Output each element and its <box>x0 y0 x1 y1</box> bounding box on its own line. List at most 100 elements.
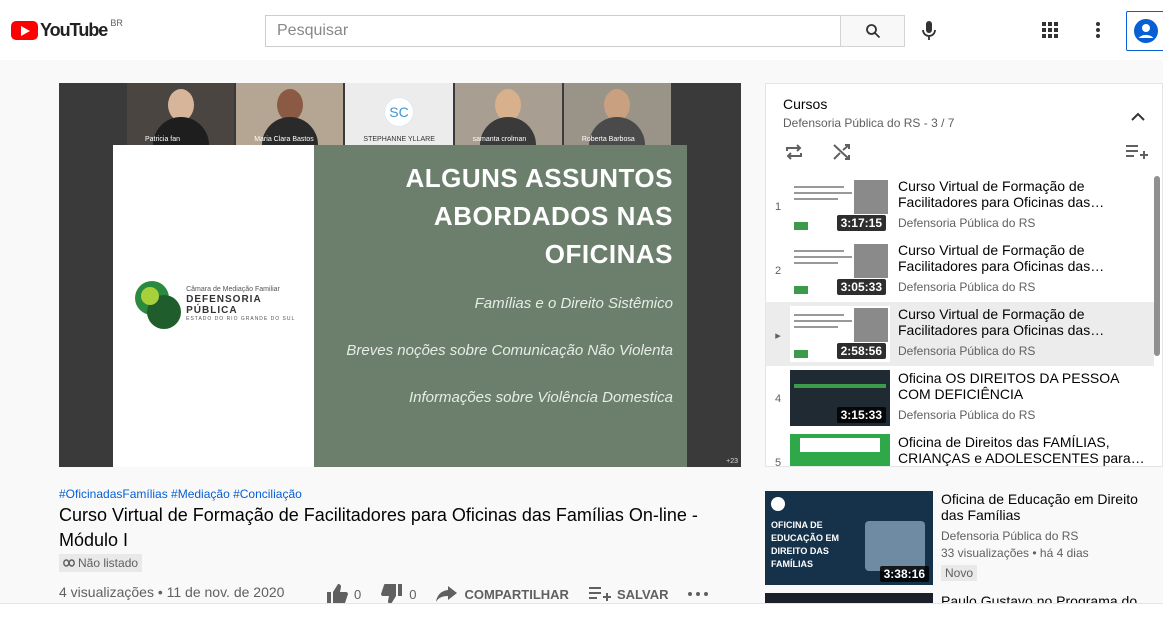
slide-content-panel: ALGUNS ASSUNTOS ABORDADOS NAS OFICINAS F… <box>314 145 687 467</box>
apps-button[interactable] <box>1038 18 1062 42</box>
video-thumbnail <box>790 434 890 466</box>
playlist-video-title: Curso Virtual de Formação de Facilitador… <box>898 306 1105 338</box>
collapse-playlist-button[interactable] <box>1128 106 1148 126</box>
share-button[interactable]: COMPARTILHAR <box>436 586 569 602</box>
slide-title-line: ABORDADOS NAS <box>433 201 673 231</box>
save-label: SALVAR <box>616 586 669 602</box>
save-playlist-button[interactable] <box>1126 142 1152 162</box>
search-input[interactable]: Pesquisar <box>265 15 841 47</box>
hashtags[interactable]: #OficinadasFamílias #Mediação #Conciliaç… <box>59 487 302 501</box>
related-channel: Defensoria Pública do RS <box>941 529 1079 543</box>
playlist-subtitle: Defensoria Pública do RS - 3 / 7 <box>783 116 955 130</box>
shuffle-icon <box>833 144 850 160</box>
account-button[interactable] <box>1126 11 1163 51</box>
playlist-add-icon <box>588 587 611 601</box>
playlist-item[interactable]: 4 3:15:33 Oficina OS DIREITOS DA PESSOA … <box>766 366 1154 430</box>
logo-subtitle: Câmara de Mediação Familiar <box>186 286 280 293</box>
video-actions: 0 0 COMPARTILHAR SALVAR <box>326 584 728 604</box>
video-thumbnail: OFICINA DE EDUCAÇÃO EM DIREITO DAS FAMÍL… <box>765 491 933 585</box>
search-button[interactable] <box>840 15 905 47</box>
save-button[interactable]: SALVAR <box>588 586 669 602</box>
link-icon <box>63 559 75 567</box>
like-count: 0 <box>354 586 362 602</box>
video-player[interactable]: Patricia fan Maria Clara Bastos SC STEPHA… <box>59 83 741 467</box>
voice-search-button[interactable] <box>916 18 942 44</box>
share-label: COMPARTILHAR <box>464 586 569 602</box>
logo-country: BR <box>110 17 123 28</box>
video-duration: 3:15:33 <box>836 407 886 423</box>
search-placeholder: Pesquisar <box>277 22 349 39</box>
more-actions-button[interactable] <box>688 592 709 596</box>
video-thumbnail: 3:05:33 <box>790 242 890 298</box>
phone-image <box>865 521 925 571</box>
logo-state: ESTADO DO RIO GRANDE DO SUL <box>186 316 296 322</box>
playlist-scrollbar[interactable] <box>1154 176 1160 356</box>
playlist-video-title: Oficina de Direitos das FAMÍLIAS, CRIANÇ… <box>898 434 1145 466</box>
playlist-items: 1 3:17:15 Curso Virtual de Formação de F… <box>766 174 1154 466</box>
playlist-item-current[interactable]: ▸ 2:58:56 Curso Virtual de Formação de F… <box>766 302 1154 366</box>
dislike-count: 0 <box>409 586 417 602</box>
playlist-header: Cursos Defensoria Pública do RS - 3 / 7 <box>766 84 1162 174</box>
related-video-title: Oficina de Educação em Direito das Famíl… <box>941 491 1138 523</box>
playlist-panel: Cursos Defensoria Pública do RS - 3 / 7 … <box>765 83 1163 467</box>
settings-menu-button[interactable] <box>1086 18 1110 42</box>
participant-name: samanta crolman <box>472 136 527 143</box>
logo-name: DEFENSORIA PÚBLICA <box>186 294 262 316</box>
top-bar: YouTube BR Pesquisar <box>0 0 1163 60</box>
youtube-logo[interactable]: YouTube BR <box>11 17 123 41</box>
video-duration: 2:58:56 <box>836 343 886 359</box>
search-icon <box>865 24 880 39</box>
horizontal-dots-icon <box>688 592 709 596</box>
playlist-item[interactable]: 5 Oficina de Direitos das FAMÍLIAS, CRIA… <box>766 430 1154 466</box>
logo-text: YouTube <box>40 20 108 40</box>
participant-tile: Roberta Barbosa <box>563 83 672 145</box>
thumbs-down-icon <box>381 584 403 604</box>
slide-logo-panel: Câmara de Mediação Familiar DEFENSORIA P… <box>113 145 314 467</box>
thumbs-up-icon <box>327 584 348 604</box>
slide-item: Breves noções sobre Comunicação Não Viol… <box>346 342 673 359</box>
shuffle-playlist-button[interactable] <box>832 142 856 162</box>
chevron-up-icon <box>1131 112 1145 121</box>
apps-grid-icon <box>1042 22 1058 38</box>
defensoria-logo: Câmara de Mediação Familiar DEFENSORIA P… <box>135 279 314 329</box>
bottom-bar <box>0 603 1163 623</box>
slide-item: Informações sobre Violência Domestica <box>408 389 673 406</box>
like-button[interactable]: 0 <box>326 584 361 604</box>
defensoria-mark-icon <box>135 279 181 329</box>
related-views: 33 visualizações • há 4 dias <box>941 546 1089 560</box>
playlist-index: 2 <box>774 265 782 277</box>
participant-name: Maria Clara Bastos <box>254 136 314 143</box>
participant-tile: Patricia fan <box>127 83 235 145</box>
participant-initials: SC <box>384 97 414 127</box>
mic-icon <box>922 21 936 40</box>
video-thumbnail: 3:15:33 <box>790 370 890 426</box>
participants-count: +23 <box>726 458 738 465</box>
repeat-icon <box>786 144 802 160</box>
video-duration: 3:17:15 <box>836 215 886 231</box>
playlist-channel: Defensoria Pública do RS <box>898 216 1036 230</box>
playlist-video-title: Oficina OS DIREITOS DA PESSOA COM DEFICI… <box>898 370 1119 402</box>
related-video[interactable]: OFICINA DE EDUCAÇÃO EM DIREITO DAS FAMÍL… <box>765 491 1163 585</box>
thumbnail-text: OFICINA DE EDUCAÇÃO EM DIREITO DAS FAMÍL… <box>771 520 840 569</box>
video-duration: 3:38:16 <box>879 566 929 582</box>
video-thumbnail: 2:58:56 <box>790 306 890 362</box>
participant-tile: samanta crolman <box>454 83 562 145</box>
playlist-video-title: Curso Virtual de Formação de Facilitador… <box>898 242 1105 274</box>
video-meta: 4 visualizações • 11 de nov. de 2020 <box>59 584 285 600</box>
playlist-channel: Defensoria Pública do RS <box>898 408 1036 422</box>
playlist-add-icon <box>1126 145 1148 159</box>
playlist-index: 1 <box>774 201 782 213</box>
loop-playlist-button[interactable] <box>784 142 808 162</box>
playlist-channel: Defensoria Pública do RS <box>898 344 1036 358</box>
account-icon <box>1134 19 1158 43</box>
now-playing-indicator: ▸ <box>775 330 781 342</box>
playlist-item[interactable]: 1 3:17:15 Curso Virtual de Formação de F… <box>766 174 1154 238</box>
share-icon <box>436 586 458 602</box>
dislike-button[interactable]: 0 <box>381 584 416 604</box>
slide-title-line: ALGUNS ASSUNTOS <box>405 163 673 193</box>
participant-strip: Patricia fan Maria Clara Bastos SC STEPHA… <box>127 83 672 145</box>
playlist-title[interactable]: Cursos <box>783 96 827 112</box>
slide-title: ALGUNS ASSUNTOS ABORDADOS NAS OFICINAS <box>343 159 673 273</box>
slide-title-line: OFICINAS <box>544 239 673 269</box>
playlist-item[interactable]: 2 3:05:33 Curso Virtual de Formação de F… <box>766 238 1154 302</box>
